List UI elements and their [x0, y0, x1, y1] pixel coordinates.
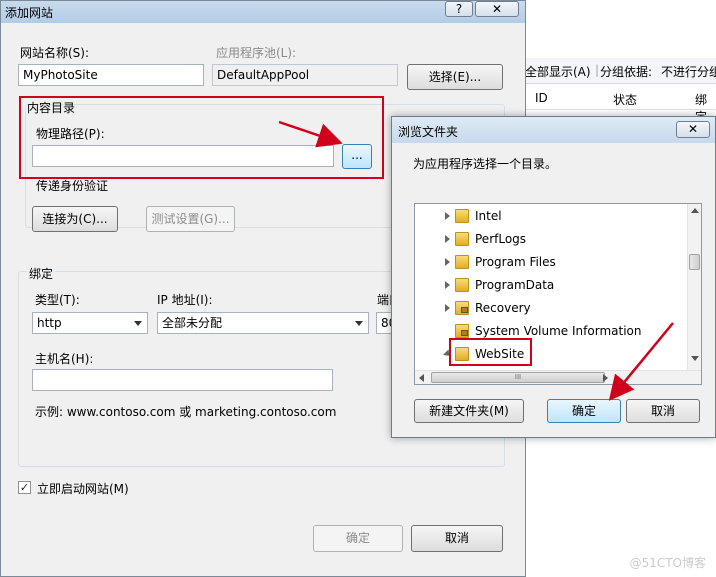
arrow-to-ok-button — [608, 322, 674, 401]
arrow-to-browse-button — [278, 120, 343, 148]
watermark-text: @51CTO博客 — [629, 556, 706, 570]
annotation-arrows — [278, 120, 674, 401]
